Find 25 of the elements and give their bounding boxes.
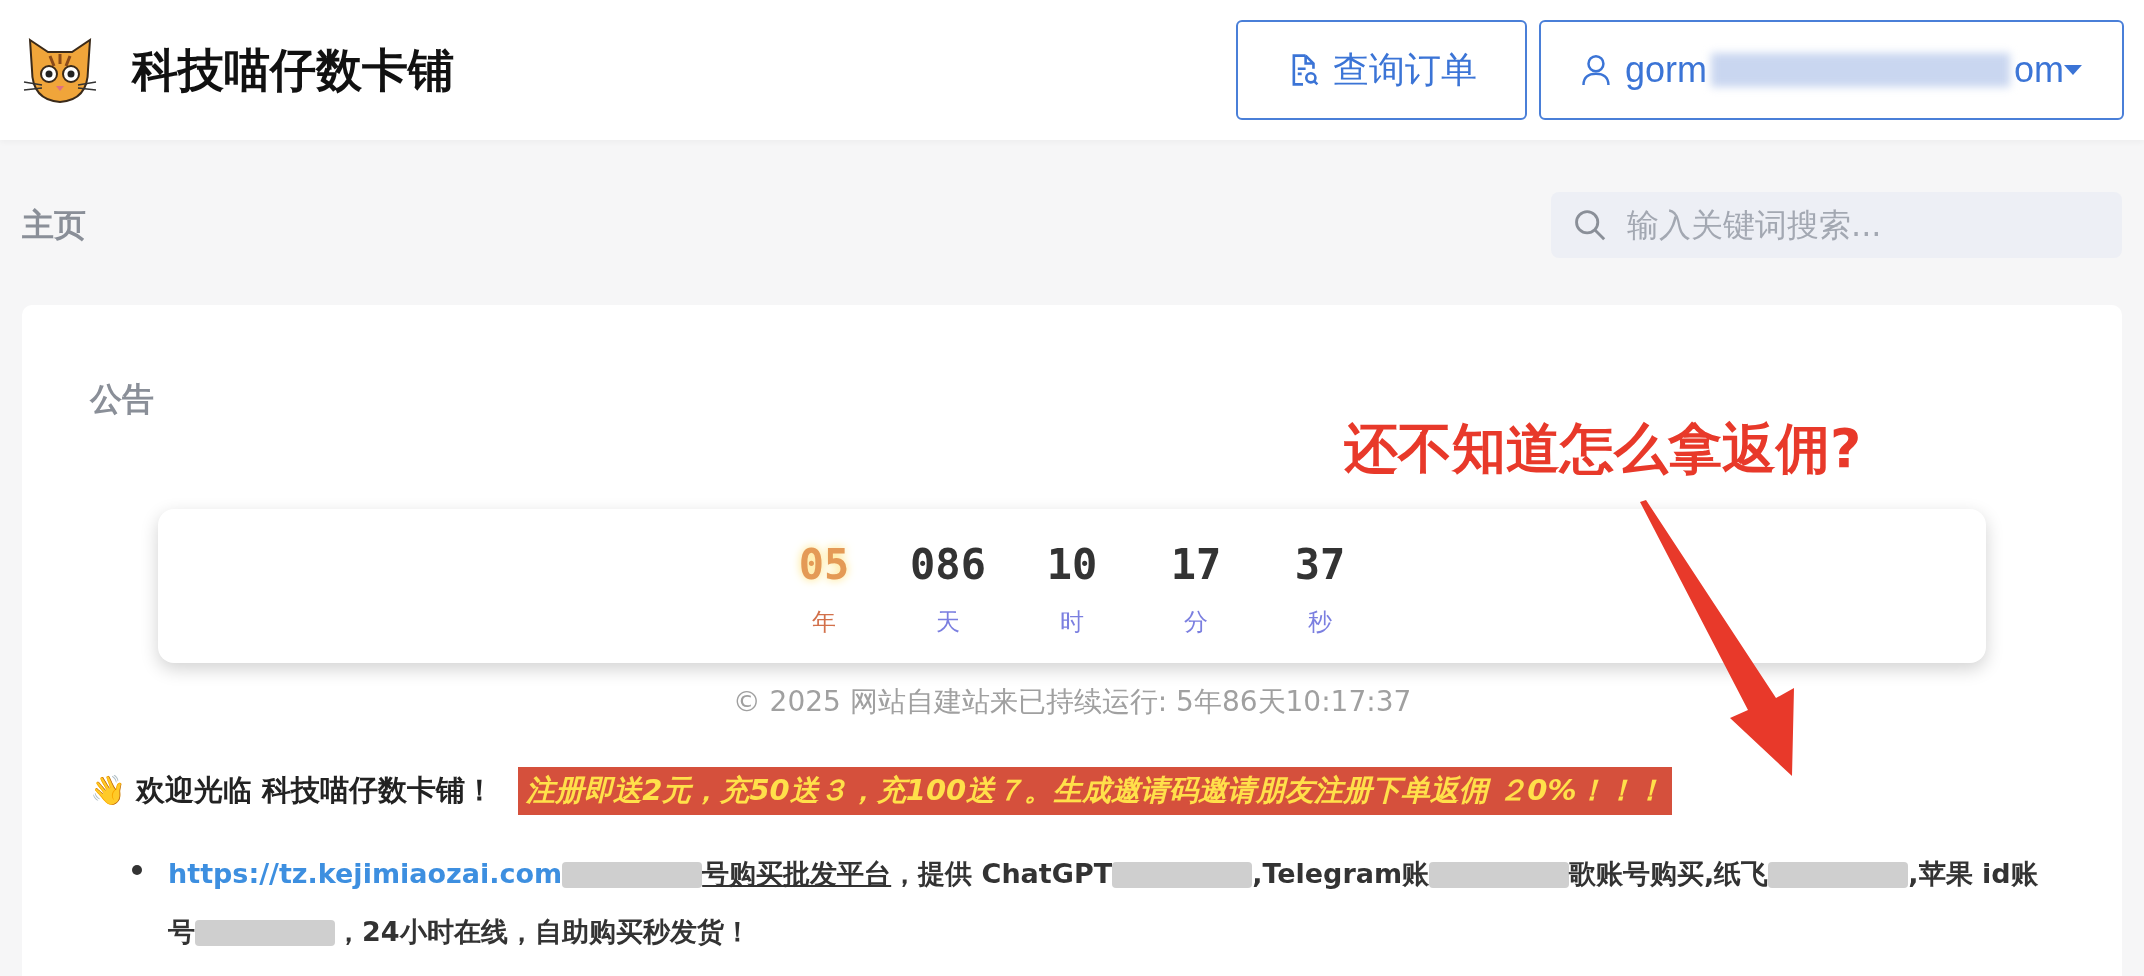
service-description: https://tz.kejimiaozai.com 号购买批发平台，提供 ChatGPT ,Telegram账 歌账号购买,纸飞 ,苹果 id账号 ，24小时在线，自助购买秒发货！ — [168, 856, 2039, 949]
welcome-text: 👋 欢迎光临 科技喵仔数卡铺！ — [90, 772, 495, 809]
search-field[interactable]: 输入关键词搜索... — [1551, 192, 2122, 258]
user-icon — [1581, 53, 1611, 87]
countdown-unit: 年 — [812, 606, 836, 638]
site-title: 科技喵仔数卡铺 — [132, 41, 454, 99]
countdown-value: 10 — [1046, 538, 1098, 591]
uptime-text: © 2025 网站自建站来已持续运行: 5年86天10:17:37 — [732, 684, 1412, 720]
countdown-value: 086 — [910, 538, 986, 591]
order-query-button[interactable]: 查询订单 — [1236, 20, 1527, 120]
search-icon — [1573, 208, 1607, 242]
promo-banner: 注册即送2元，充50送３，充100送７。生成邀请码邀请朋友注册下单返佣 ２0%！！！ — [518, 767, 1672, 815]
notice-title: 公告 — [90, 379, 155, 420]
countdown-value: 17 — [1170, 538, 1222, 591]
site-link[interactable]: https://tz.kejimiaozai.com — [168, 857, 563, 889]
breadcrumb-home[interactable]: 主页 — [22, 201, 86, 249]
account-menu-button[interactable]: gorm om — [1539, 20, 2124, 120]
countdown-unit: 秒 — [1308, 606, 1332, 638]
countdown-value: 37 — [1294, 538, 1346, 591]
countdown-unit: 分 — [1184, 606, 1208, 638]
countdown-unit: 天 — [936, 606, 960, 638]
countdown-unit: 时 — [1060, 606, 1084, 638]
caret-icon — [2064, 65, 2082, 75]
annotation-text: 还不知道怎么拿返佣? — [1344, 416, 1862, 482]
countdown-value: 05 — [798, 538, 850, 591]
